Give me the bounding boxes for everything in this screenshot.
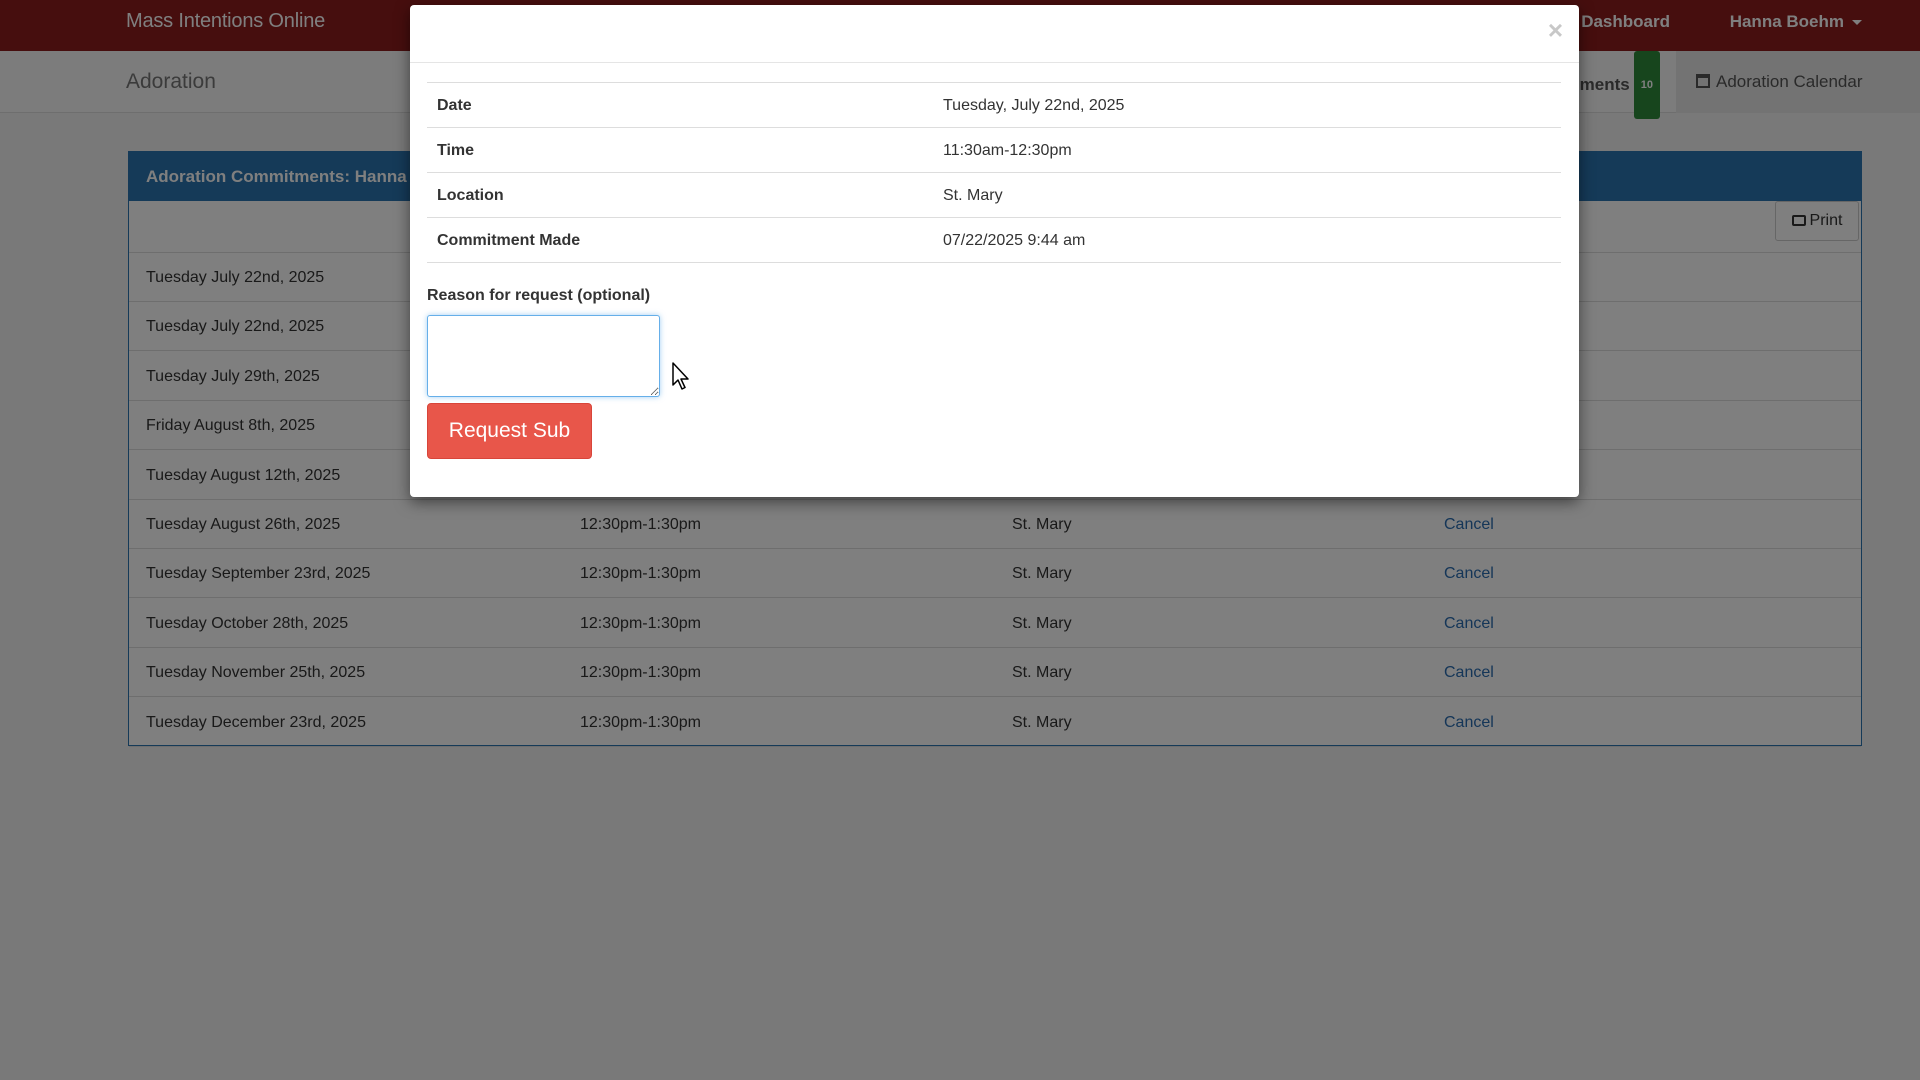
modal-header: × [410,5,1579,63]
request-sub-modal: × Date Tuesday, July 22nd, 2025 Time 11:30a… [410,5,1579,497]
request-sub-button[interactable]: Request Sub [427,403,592,459]
mouse-cursor-icon [672,362,689,390]
reason-textarea[interactable] [427,315,660,397]
detail-value: 07/22/2025 9:44 am [943,232,1086,249]
detail-value: 11:30am-12:30pm [943,142,1072,159]
detail-value: Tuesday, July 22nd, 2025 [943,97,1125,114]
reason-label: Reason for request (optional) [427,287,651,304]
detail-row: Date Tuesday, July 22nd, 2025 [427,83,1561,128]
commitment-details-table: Date Tuesday, July 22nd, 2025 Time 11:30am-… [427,82,1561,263]
detail-label: Time [437,142,475,159]
detail-value: St. Mary [943,187,1003,204]
detail-row: Location St. Mary [427,173,1561,218]
close-icon[interactable]: × [1548,17,1563,43]
detail-row: Time 11:30am-12:30pm [427,128,1561,173]
detail-label: Date [437,97,472,114]
detail-label: Location [437,187,504,204]
detail-label: Commitment Made [437,232,581,249]
detail-row: Commitment Made 07/22/2025 9:44 am [427,218,1561,263]
